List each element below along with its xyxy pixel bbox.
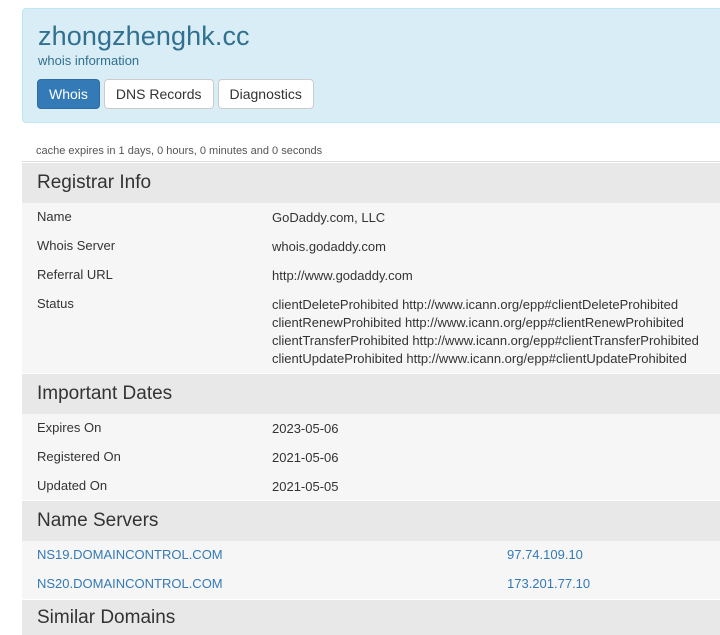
name-server-link[interactable]: NS20.DOMAINCONTROL.COM (37, 576, 223, 591)
tab-dns-records[interactable]: DNS Records (103, 79, 214, 109)
row-value-referral-url: http://www.godaddy.com (272, 268, 413, 283)
name-servers-body: NS19.DOMAINCONTROL.COM 97.74.109.10 NS20… (22, 541, 720, 599)
status-value-line: clientDeleteProhibited http://www.icann.… (272, 297, 679, 312)
cache-expiry-note: cache expires in 1 days, 0 hours, 0 minu… (36, 145, 323, 157)
section-heading-name-servers: Name Servers (22, 501, 720, 541)
domain-title: zhongzhenghk.cc (38, 21, 250, 51)
status-value-line: clientTransferProhibited http://www.ican… (272, 333, 699, 348)
header-subtitle: whois information (38, 53, 140, 68)
domain-header-panel: zhongzhenghk.cc whois information Whois … (22, 8, 720, 123)
divider (22, 161, 720, 162)
registrar-info-body: Name GoDaddy.com, LLC Whois Server whois… (22, 203, 720, 373)
status-value-line: clientUpdateProhibited http://www.icann.… (272, 351, 687, 366)
row-label-registered-on: Registered On (37, 449, 121, 464)
name-server-ip-link[interactable]: 173.201.77.10 (507, 576, 590, 591)
tab-bar: Whois DNS Records Diagnostics (37, 79, 318, 109)
tab-diagnostics[interactable]: Diagnostics (217, 79, 314, 109)
tab-whois[interactable]: Whois (37, 79, 100, 109)
row-label-status: Status (37, 296, 74, 311)
row-value-updated-on: 2021-05-05 (272, 479, 339, 494)
section-heading-similar-domains: Similar Domains (22, 600, 720, 635)
section-heading-registrar-info: Registrar Info (22, 163, 720, 203)
row-label-name: Name (37, 209, 72, 224)
name-server-ip-link[interactable]: 97.74.109.10 (507, 547, 583, 562)
section-heading-important-dates: Important Dates (22, 374, 720, 414)
row-value-name: GoDaddy.com, LLC (272, 210, 386, 225)
row-label-whois-server: Whois Server (37, 238, 116, 253)
row-label-expires-on: Expires On (37, 420, 102, 435)
row-label-updated-on: Updated On (37, 478, 108, 493)
row-value-expires-on: 2023-05-06 (272, 421, 339, 436)
status-value-line: clientRenewProhibited http://www.icann.o… (272, 315, 684, 330)
row-label-referral-url: Referral URL (37, 267, 113, 282)
name-server-link[interactable]: NS19.DOMAINCONTROL.COM (37, 547, 223, 562)
row-value-whois-server: whois.godaddy.com (272, 239, 386, 254)
important-dates-body: Expires On 2023-05-06 Registered On 2021… (22, 414, 720, 500)
row-value-registered-on: 2021-05-06 (272, 450, 339, 465)
